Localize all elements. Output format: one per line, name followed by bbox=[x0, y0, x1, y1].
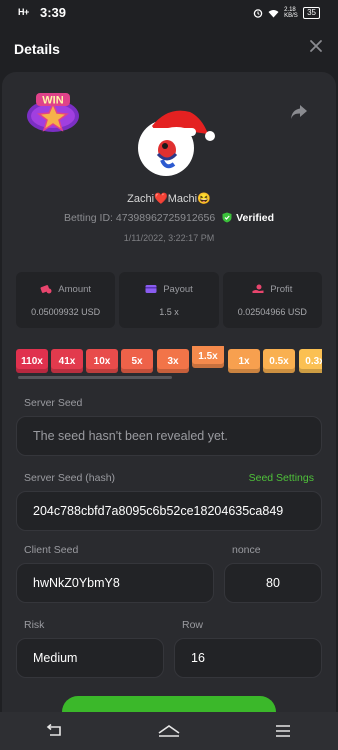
stat-profit: Profit 0.02504966 USD bbox=[222, 272, 322, 328]
server-seed-hash-field[interactable]: 204c788cbfd7a8095c6b52ce18204635ca849 bbox=[16, 491, 322, 531]
stat-amount-label: Amount bbox=[58, 284, 92, 295]
multiplier-bucket: 0.3x bbox=[299, 349, 322, 373]
svg-text:WIN: WIN bbox=[42, 95, 63, 107]
multiplier-bucket: 0.5x bbox=[263, 349, 295, 373]
nonce-label: nonce bbox=[232, 544, 261, 556]
page-title: Details bbox=[14, 41, 60, 57]
verified-shield-icon bbox=[222, 212, 232, 223]
alarm-icon bbox=[253, 9, 263, 18]
multiplier-bucket: 1x bbox=[228, 349, 260, 373]
share-icon[interactable] bbox=[290, 104, 308, 120]
client-seed-field[interactable]: hwNkZ0YbmY8 bbox=[16, 563, 214, 603]
stat-payout: Payout 1.5 x bbox=[119, 272, 219, 328]
multiplier-bucket-selected: 1.5x bbox=[192, 346, 224, 368]
server-seed-label: Server Seed bbox=[24, 397, 83, 409]
stat-profit-value: 0.02504966 USD bbox=[237, 307, 307, 317]
battery-indicator: 35 bbox=[303, 7, 320, 19]
bet-date: 1/11/2022, 3:22:17 PM bbox=[123, 233, 215, 243]
hand-coin-icon bbox=[252, 284, 264, 293]
row-field[interactable]: 16 bbox=[174, 638, 322, 678]
close-icon[interactable] bbox=[308, 38, 324, 54]
stat-payout-value: 1.5 x bbox=[159, 307, 179, 317]
multiplier-bucket: 10x bbox=[86, 349, 118, 373]
betting-id-value: 47398962725912656 bbox=[115, 212, 216, 224]
wifi-icon bbox=[268, 9, 279, 17]
signal-indicator: H+ bbox=[18, 7, 29, 17]
verified-label: Verified bbox=[236, 212, 275, 224]
username: Zachi❤️Machi😆 bbox=[127, 193, 211, 205]
status-icons: 2.18 KB/S 35 bbox=[253, 7, 320, 19]
row-label: Row bbox=[182, 619, 204, 631]
avatar bbox=[138, 110, 215, 176]
betting-id-label: Betting ID: bbox=[63, 212, 113, 224]
seed-settings-link[interactable]: Seed Settings bbox=[249, 472, 314, 484]
multiplier-bucket: 3x bbox=[157, 349, 189, 373]
details-header: Details bbox=[0, 28, 338, 72]
multiplier-bucket: 5x bbox=[121, 349, 153, 373]
stat-profit-label: Profit bbox=[270, 284, 293, 295]
server-seed-hash-label: Server Seed (hash) bbox=[24, 472, 116, 484]
risk-label: Risk bbox=[24, 619, 45, 631]
client-seed-label: Client Seed bbox=[24, 544, 79, 556]
card-icon bbox=[145, 285, 157, 293]
stat-amount-value: 0.05009932 USD bbox=[31, 307, 101, 317]
multiplier-bucket: 110x bbox=[16, 349, 48, 373]
back-icon[interactable] bbox=[46, 724, 64, 738]
nonce-field[interactable]: 80 bbox=[224, 563, 322, 603]
stats-row: Amount 0.05009932 USD Payout 1.5 x Profi… bbox=[16, 272, 322, 328]
system-nav-bar bbox=[0, 712, 338, 750]
coins-icon bbox=[40, 285, 52, 294]
home-icon[interactable] bbox=[157, 724, 181, 738]
server-seed-field: The seed hasn't been revealed yet. bbox=[16, 416, 322, 456]
multiplier-bucket: 41x bbox=[51, 349, 83, 373]
stat-amount: Amount 0.05009932 USD bbox=[16, 272, 116, 328]
stat-payout-label: Payout bbox=[163, 284, 193, 295]
menu-icon[interactable] bbox=[274, 724, 292, 738]
risk-field[interactable]: Medium bbox=[16, 638, 164, 678]
clock: 3:39 bbox=[40, 5, 67, 20]
multiplier-row[interactable]: 110x 41x 10x 5x 3x 1.5x 1x 0.5x 0.3x bbox=[16, 346, 322, 374]
status-bar: H+ 3:39 2.18 KB/S 35 bbox=[0, 0, 338, 28]
horizontal-scrollbar[interactable] bbox=[18, 376, 172, 379]
santa-avatar-icon bbox=[148, 110, 215, 169]
network-speed: 2.18 KB/S bbox=[284, 7, 298, 19]
win-logo-icon: WIN bbox=[27, 93, 79, 132]
betting-id-line: Betting ID: 47398962725912656 Verified bbox=[0, 212, 338, 224]
